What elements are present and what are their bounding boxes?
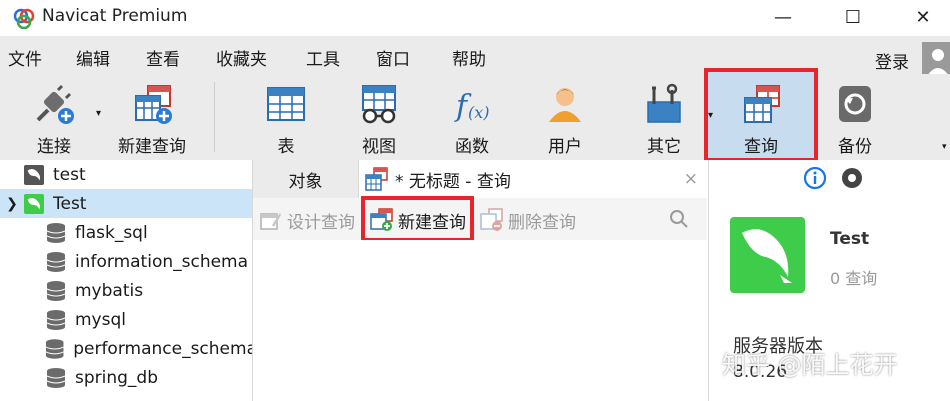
query-tab-icon	[365, 167, 388, 191]
tree-database-label: information_schema	[75, 251, 249, 272]
tree-database-label: flask_sql	[75, 222, 148, 243]
tree-database-item[interactable]: mybatis	[0, 276, 252, 305]
database-cylinder-icon	[46, 222, 66, 243]
connect-dropdown-icon[interactable]: ▾	[96, 108, 101, 119]
info-icon[interactable]	[803, 166, 827, 194]
search-icon[interactable]	[668, 208, 690, 234]
tab-query[interactable]: * 无标题 - 查询 ×	[358, 160, 708, 198]
other-label: 其它	[647, 137, 681, 157]
menu-edit[interactable]: 编辑	[76, 45, 110, 70]
tree-connection-label: Test	[53, 193, 87, 214]
objects-content-area[interactable]	[253, 240, 707, 401]
connection-name: Test	[830, 229, 870, 249]
navicat-logo-icon	[12, 7, 36, 31]
database-cylinder-icon	[46, 309, 66, 330]
table-button[interactable]: 表	[254, 74, 318, 160]
delete-query-button[interactable]: 删除查询	[480, 206, 576, 234]
user-avatar-icon	[927, 49, 949, 76]
delete-query-label: 删除查询	[508, 212, 576, 233]
menu-tools[interactable]: 工具	[306, 45, 340, 70]
user-person-icon	[543, 82, 587, 126]
svg-text:(x): (x)	[468, 103, 490, 122]
design-query-icon	[260, 213, 281, 230]
eye-icon[interactable]	[840, 166, 864, 194]
database-cylinder-icon	[46, 251, 66, 272]
connection-logo	[730, 217, 805, 293]
watermark: 知乎 @陌上花开	[722, 351, 898, 379]
function-label: 函数	[455, 137, 489, 157]
tree-database-label: mybatis	[75, 280, 144, 301]
delete-query-icon	[480, 208, 503, 231]
tree-database-label: mysql	[75, 309, 126, 330]
mysql-connection-icon	[24, 164, 44, 185]
close-button[interactable]: ✕	[900, 0, 946, 34]
menu-window[interactable]: 窗口	[376, 45, 410, 70]
view-label: 视图	[362, 137, 396, 157]
tab-objects[interactable]: 对象	[253, 160, 358, 198]
other-button[interactable]: 其它	[632, 74, 696, 160]
new-query-highlight	[361, 196, 474, 242]
toolbar-overflow-icon[interactable]: ▾	[942, 142, 947, 152]
function-fx-icon: f (x)	[450, 82, 494, 126]
window-title: Navicat Premium	[42, 6, 188, 26]
menu-favorites[interactable]: 收藏夹	[216, 45, 267, 70]
backup-label: 备份	[838, 137, 872, 157]
other-dropdown-icon[interactable]: ▾	[708, 110, 713, 121]
database-cylinder-icon	[46, 280, 66, 301]
table-icon	[264, 82, 308, 126]
backup-button[interactable]: 备份	[823, 74, 887, 160]
toolbar-new-query-label: 新建查询	[118, 137, 186, 157]
query-count: 0 查询	[830, 269, 878, 288]
query-tab-label: * 无标题 - 查询	[395, 171, 511, 192]
query-grid-icon	[739, 82, 783, 126]
tree-connection-test[interactable]: test	[0, 160, 252, 189]
database-cylinder-icon	[45, 338, 64, 359]
toolbar-new-query-button[interactable]: 新建查询	[110, 74, 194, 160]
close-tab-icon[interactable]: ×	[684, 169, 698, 189]
avatar[interactable]	[922, 42, 950, 76]
table-label: 表	[277, 137, 295, 157]
tree-database-item[interactable]: spring_db	[0, 363, 252, 392]
login-link[interactable]: 登录	[875, 48, 909, 73]
menu-view[interactable]: 查看	[146, 45, 180, 70]
menu-file[interactable]: 文件	[8, 45, 42, 70]
tree-database-label: performance_schema	[73, 338, 252, 359]
minimize-button[interactable]: —	[760, 0, 806, 34]
query-button[interactable]: 查询	[729, 74, 793, 160]
tree-database-label: spring_db	[75, 367, 159, 388]
backup-restore-icon	[833, 82, 877, 126]
function-button[interactable]: f (x) 函数	[440, 74, 504, 160]
design-query-label: 设计查询	[287, 212, 355, 233]
view-glasses-icon	[357, 82, 401, 126]
plug-icon	[32, 82, 76, 126]
tree-connection-label: test	[53, 164, 86, 185]
connect-button[interactable]: 连接	[22, 74, 86, 160]
mysql-dolphin-icon	[742, 229, 792, 283]
tree-connection-Test[interactable]: ❯ Test	[0, 189, 252, 218]
tree-database-item[interactable]: flask_sql	[0, 218, 252, 247]
menu-help[interactable]: 帮助	[452, 45, 486, 70]
maximize-button[interactable]: ☐	[830, 0, 876, 34]
database-cylinder-icon	[46, 367, 66, 388]
mysql-connection-icon	[24, 193, 44, 214]
user-button[interactable]: 用户	[533, 74, 597, 160]
tree-database-item[interactable]: mysql	[0, 305, 252, 334]
design-query-button[interactable]: 设计查询	[260, 206, 355, 234]
connect-label: 连接	[37, 137, 71, 157]
toolbar-divider	[214, 82, 215, 152]
view-button[interactable]: 视图	[347, 74, 411, 160]
chevron-down-icon[interactable]: ❯	[0, 196, 24, 212]
tools-icon	[642, 82, 686, 126]
new-query-grid-icon	[130, 82, 174, 126]
user-label: 用户	[548, 137, 582, 157]
tree-database-item[interactable]: performance_schema	[0, 334, 252, 363]
tree-database-item[interactable]: information_schema	[0, 247, 252, 276]
query-label: 查询	[744, 137, 778, 157]
